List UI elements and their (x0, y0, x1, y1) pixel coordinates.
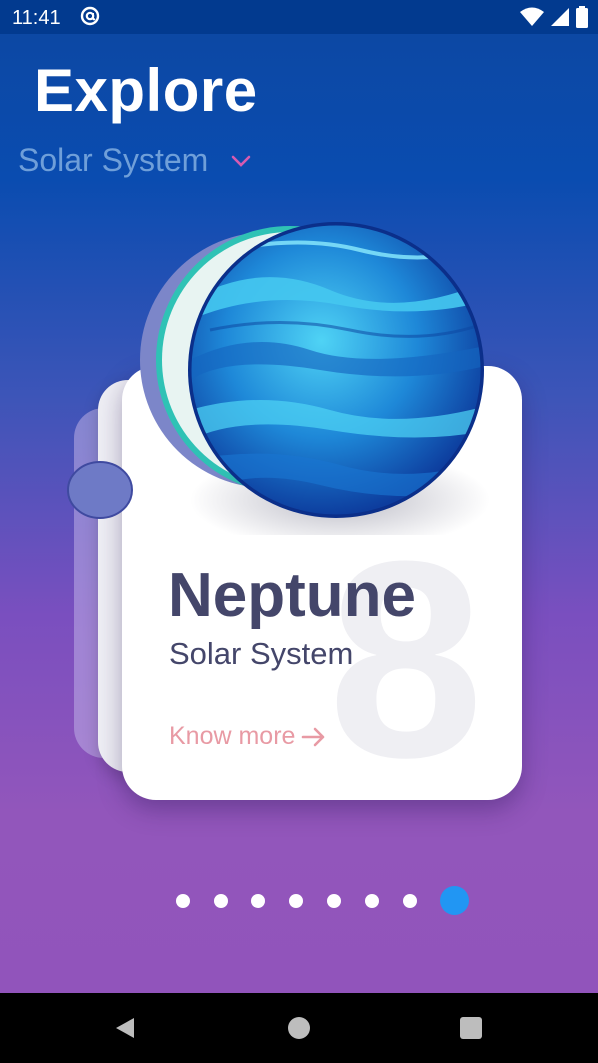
page-dot[interactable] (251, 894, 265, 908)
page-dot[interactable] (365, 894, 379, 908)
planet-name: Neptune (168, 561, 416, 630)
signal-icon (551, 8, 569, 26)
planet-system: Solar System (169, 636, 354, 671)
status-time: 11:41 (12, 7, 61, 29)
page-dot[interactable] (403, 894, 417, 908)
status-bar: 11:41 (0, 0, 598, 34)
page-indicator (0, 886, 598, 916)
page-dot[interactable] (176, 894, 190, 908)
know-more-link[interactable]: Know more (169, 722, 327, 751)
planet-image (67, 222, 490, 535)
page-dot-active[interactable] (440, 886, 469, 915)
know-more-label: Know more (169, 722, 296, 750)
recents-icon[interactable] (460, 1017, 482, 1039)
page-title: Explore (34, 57, 258, 124)
home-icon[interactable] (288, 1017, 310, 1039)
battery-icon (576, 6, 588, 28)
at-sign-icon (80, 6, 100, 26)
arrow-right-icon (302, 727, 325, 746)
back-icon[interactable] (114, 1016, 136, 1040)
system-selector-label: Solar System (18, 142, 209, 178)
app-screen: 11:41 Explore Solar System 8 Neptune Sol… (0, 0, 598, 993)
page-dot[interactable] (214, 894, 228, 908)
back-planet-3 (67, 461, 133, 519)
page-dot[interactable] (327, 894, 341, 908)
wifi-icon (520, 7, 544, 26)
chevron-down-icon (231, 155, 251, 167)
page-dot[interactable] (289, 894, 303, 908)
system-selector[interactable]: Solar System (18, 142, 252, 179)
status-icons (520, 6, 588, 28)
